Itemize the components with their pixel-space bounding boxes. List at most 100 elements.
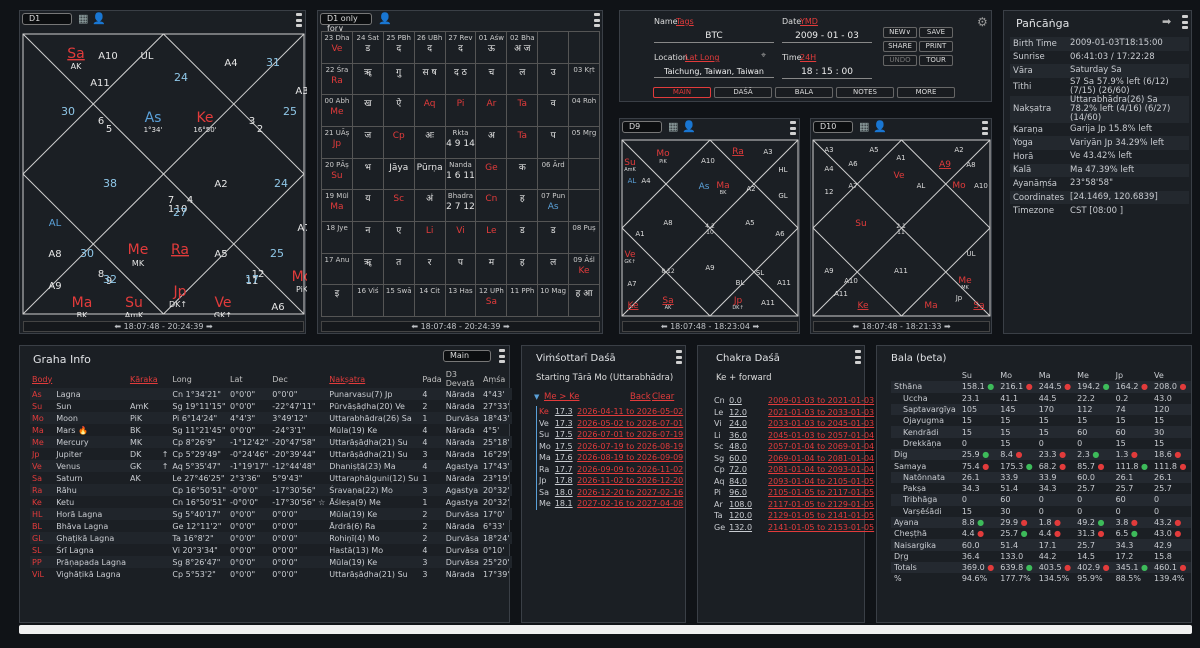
print-button[interactable]: PRINT (919, 41, 953, 52)
chakra-row[interactable]: Aq 84.0 2093-01-04 to 2105-01-05 (712, 476, 876, 488)
d1-time-range[interactable]: ⬅ 18:07:48 - 20:24:39 ➡ (23, 321, 304, 332)
chart-label[interactable]: Sa (67, 46, 84, 62)
cell-value[interactable]: Li (415, 226, 445, 235)
cell-value[interactable]: ॠ (353, 258, 383, 267)
chakra-row[interactable]: Ar 108.0 2117-01-05 to 2129-01-05 (712, 499, 876, 511)
name-value[interactable]: BTC (654, 31, 774, 43)
cell-value[interactable]: 2 7 12 (446, 203, 476, 212)
prev-arrow-icon[interactable]: ⬅ (852, 322, 859, 331)
next-arrow-icon[interactable]: ➡ (503, 322, 510, 331)
crosshair-icon[interactable]: ⌖ (761, 51, 766, 61)
cell-value[interactable]: Ke (569, 266, 599, 275)
graha-row[interactable]: Ke Ketu Cn 16°50'51" -0°0'0" -17°30'56" ☆ Āśl… (30, 496, 512, 508)
back-link[interactable]: Back (630, 392, 651, 402)
d9-time-range[interactable]: ⬅ 18:07:48 - 18:23:04 ➡ (622, 321, 798, 332)
gear-icon[interactable]: ⚙ (977, 15, 988, 29)
add-user-icon[interactable]: 👤 (682, 121, 696, 133)
cell-value[interactable]: Vi (446, 226, 476, 235)
d10-time-range[interactable]: ⬅ 18:07:48 - 18:21:33 ➡ (813, 321, 990, 332)
graha-header[interactable]: Nakṣatra (327, 370, 420, 388)
cell-value[interactable]: Cn (476, 195, 506, 204)
vim-cell[interactable]: 2026-12-20 to 2027-02-16 (575, 487, 685, 499)
cell-value[interactable]: द (384, 45, 414, 54)
menu-icon[interactable] (855, 350, 861, 364)
chakra-cell[interactable]: 2033-01-03 to 2045-01-03 (766, 418, 876, 430)
prev-arrow-icon[interactable]: ⬅ (411, 322, 418, 331)
cell-value[interactable]: द (415, 45, 445, 54)
graha-row[interactable]: Ma Mars 🔥 BK Sg 11°21'45" 0°0'0" -24°3'1" Mūla… (30, 424, 512, 436)
chart-label[interactable]: 17 (245, 273, 259, 286)
cell-value[interactable]: अ (476, 131, 506, 140)
chart-label[interactable]: Me (128, 242, 149, 258)
cell-value[interactable]: Jp (322, 139, 352, 148)
chakra-row[interactable]: Li 36.0 2045-01-03 to 2057-01-04 (712, 430, 876, 442)
graha-row[interactable]: Su Sun AmK Sg 19°11'15" 0°0'0" -22°47'11" Pūrv… (30, 400, 512, 412)
vim-row[interactable]: Ve 17.3 2026-05-02 to 2026-07-01 (537, 418, 686, 430)
chart-label[interactable]: Ra (171, 242, 189, 258)
cell-value[interactable]: Cp (384, 131, 414, 140)
cell-value[interactable]: Pi (446, 100, 476, 109)
vim-row[interactable]: Jp 17.8 2026-11-02 to 2026-12-20 (537, 475, 686, 487)
d1b-select[interactable]: D1 only for∨ (320, 13, 372, 33)
cell-value[interactable]: इ (322, 290, 352, 299)
add-user-icon[interactable]: 👤 (873, 121, 887, 133)
chart-label[interactable]: 1°34' (144, 126, 163, 134)
vim-cell[interactable]: 2026-09-09 to 2026-11-02 (575, 464, 685, 476)
chakra-row[interactable]: Sg 60.0 2069-01-04 to 2081-01-04 (712, 453, 876, 465)
chart-label[interactable]: 31 (266, 56, 280, 69)
d10-select[interactable]: D10 (813, 121, 853, 133)
graha-view-select[interactable]: Main (443, 350, 491, 362)
chart-label[interactable]: 32 (103, 273, 117, 286)
save-button[interactable]: SAVE (919, 27, 953, 38)
menu-icon[interactable] (499, 349, 505, 363)
cell-value[interactable]: ह (507, 195, 537, 204)
chakra-cell[interactable]: 2021-01-03 to 2033-01-03 (766, 407, 876, 419)
graha-row[interactable]: HL Horā Lagna Sg 5°40'17" 0°0'0" 0°0'0" Mūla(… (30, 508, 512, 520)
graha-header[interactable]: Kāraka (128, 370, 160, 388)
chart-label[interactable]: Ve (214, 295, 231, 311)
export-arrow-icon[interactable]: ➡ (1162, 15, 1171, 28)
d1b-time-range[interactable]: ⬅ 18:07:48 - 20:24:39 ➡ (321, 321, 600, 332)
cell-value[interactable]: Ma (322, 203, 352, 212)
chart-label[interactable]: 27 (173, 206, 187, 219)
cell-value[interactable]: गु (384, 68, 414, 77)
cell-value[interactable]: Le (476, 226, 506, 235)
menu-icon[interactable] (594, 13, 600, 27)
chakra-cell[interactable]: 2081-01-04 to 2093-01-04 (766, 464, 876, 476)
share-button[interactable]: SHARE (883, 41, 917, 52)
cell-value[interactable]: Sc (384, 195, 414, 204)
chakra-cell[interactable]: 2141-01-05 to 2153-01-05 (766, 522, 876, 534)
graha-row[interactable]: BL Bhāva Lagna Ge 12°11'2" 0°0'0" 0°0'0" Ārdr… (30, 520, 512, 532)
graha-row[interactable]: Me Mercury MK Cp 8°26'9" -1°12'42" -20°47'58"… (30, 436, 512, 448)
chart-label[interactable]: Ma (72, 295, 93, 311)
chart-label[interactable]: 25 (270, 247, 284, 260)
chart-label[interactable]: PiK (296, 285, 307, 294)
cell-value[interactable]: प (538, 131, 568, 140)
vim-cell[interactable]: 2026-11-02 to 2026-12-20 (575, 475, 685, 487)
cell-value[interactable]: 4 9 14 (446, 139, 476, 148)
chakra-cell[interactable]: 2045-01-03 to 2057-01-04 (766, 430, 876, 442)
graha-row[interactable]: ViL Vighāṭikā Lagna Cp 5°53'2" 0°0'0" 0°0'0"… (30, 568, 512, 580)
add-user-icon[interactable]: 👤 (378, 13, 392, 25)
chart-label[interactable]: 24 (174, 71, 188, 84)
chart-label[interactable]: A3 (295, 86, 307, 97)
chakra-row[interactable]: Ge 132.0 2141-01-05 to 2153-01-05 (712, 522, 876, 534)
chakra-row[interactable]: Cp 72.0 2081-01-04 to 2093-01-04 (712, 464, 876, 476)
vim-cell[interactable]: 2026-05-02 to 2026-07-01 (575, 418, 685, 430)
cell-value[interactable]: As (538, 203, 568, 212)
chakra-row[interactable]: Cn 0.0 2009-01-03 to 2021-01-03 (712, 395, 876, 407)
cell-value[interactable]: ह आ (569, 290, 599, 299)
grid-icon[interactable]: ▦ (668, 121, 678, 133)
cell-value[interactable]: द (446, 45, 476, 54)
chakra-row[interactable]: Vi 24.0 2033-01-03 to 2045-01-03 (712, 418, 876, 430)
vim-cell[interactable]: 2026-04-11 to 2026-05-02 (575, 406, 685, 418)
d1-division-select[interactable]: D1 (22, 13, 72, 25)
cell-value[interactable]: म (476, 258, 506, 267)
tab-more[interactable]: MORE (897, 87, 955, 98)
vim-cell[interactable]: 2027-02-16 to 2027-04-08 (575, 498, 685, 510)
chart-label[interactable]: Jp (172, 284, 186, 300)
d9-select[interactable]: D9 (622, 121, 662, 133)
chart-label[interactable]: 25 (283, 105, 297, 118)
chart-label[interactable]: UL (141, 51, 154, 62)
chart-label[interactable]: A2 (214, 179, 227, 190)
